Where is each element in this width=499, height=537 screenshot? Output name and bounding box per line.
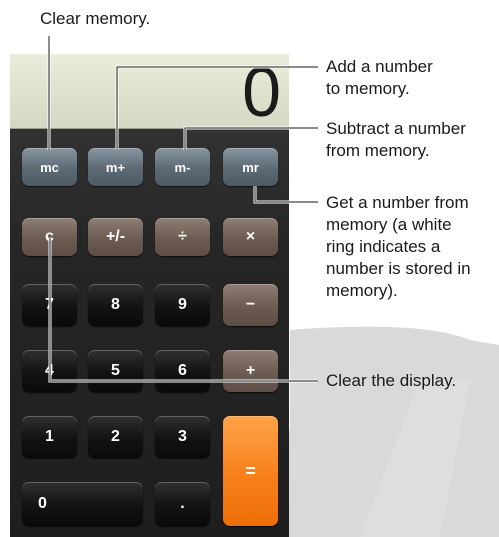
three-button[interactable]: 3 <box>155 416 210 458</box>
display-value: 0 <box>242 54 281 131</box>
clear-button[interactable]: c <box>22 218 77 256</box>
callout-subtract-memory-line1: Subtract a number <box>326 119 466 138</box>
divide-button[interactable]: ÷ <box>155 218 210 256</box>
m-minus-button[interactable]: m- <box>155 148 210 186</box>
callout-clear-display: Clear the display. <box>326 371 457 390</box>
one-button[interactable]: 1 <box>22 416 77 458</box>
callout-add-memory: Add a number to memory. <box>326 56 433 100</box>
six-button[interactable]: 6 <box>155 350 210 392</box>
decimal-button[interactable]: . <box>155 482 210 526</box>
callout-recall-memory-line2: memory (a white <box>326 215 452 234</box>
callout-recall-memory-line3: ring indicates a <box>326 237 441 256</box>
multiply-button[interactable]: × <box>223 218 278 256</box>
zero-button[interactable]: 0 <box>22 482 143 526</box>
eight-button[interactable]: 8 <box>88 284 143 326</box>
callout-add-memory-line2: to memory. <box>326 79 410 98</box>
five-button[interactable]: 5 <box>88 350 143 392</box>
m-plus-button[interactable]: m+ <box>88 148 143 186</box>
minus-button[interactable]: − <box>223 284 278 326</box>
mr-button[interactable]: mr <box>223 148 278 186</box>
callout-recall-memory-line4: number is stored in <box>326 259 471 278</box>
mc-button[interactable]: mc <box>22 148 77 186</box>
four-button[interactable]: 4 <box>22 350 77 392</box>
nine-button[interactable]: 9 <box>155 284 210 326</box>
calculator: 0 mc m+ m- mr c +/- ÷ × 7 8 9 − 4 5 6 + … <box>10 54 289 537</box>
callout-recall-memory-line1: Get a number from <box>326 193 469 212</box>
plus-minus-button[interactable]: +/- <box>88 218 143 256</box>
callout-recall-memory-line5: memory). <box>326 281 398 300</box>
seven-button[interactable]: 7 <box>22 284 77 326</box>
callout-subtract-memory: Subtract a number from memory. <box>326 118 466 162</box>
callout-clear-memory: Clear memory. <box>40 9 151 28</box>
plus-button[interactable]: + <box>223 350 278 392</box>
callout-recall-memory: Get a number from memory (a white ring i… <box>326 192 471 302</box>
display: 0 <box>10 54 289 131</box>
equals-button[interactable]: = <box>223 416 278 526</box>
callout-subtract-memory-line2: from memory. <box>326 141 430 160</box>
callout-add-memory-line1: Add a number <box>326 57 433 76</box>
two-button[interactable]: 2 <box>88 416 143 458</box>
